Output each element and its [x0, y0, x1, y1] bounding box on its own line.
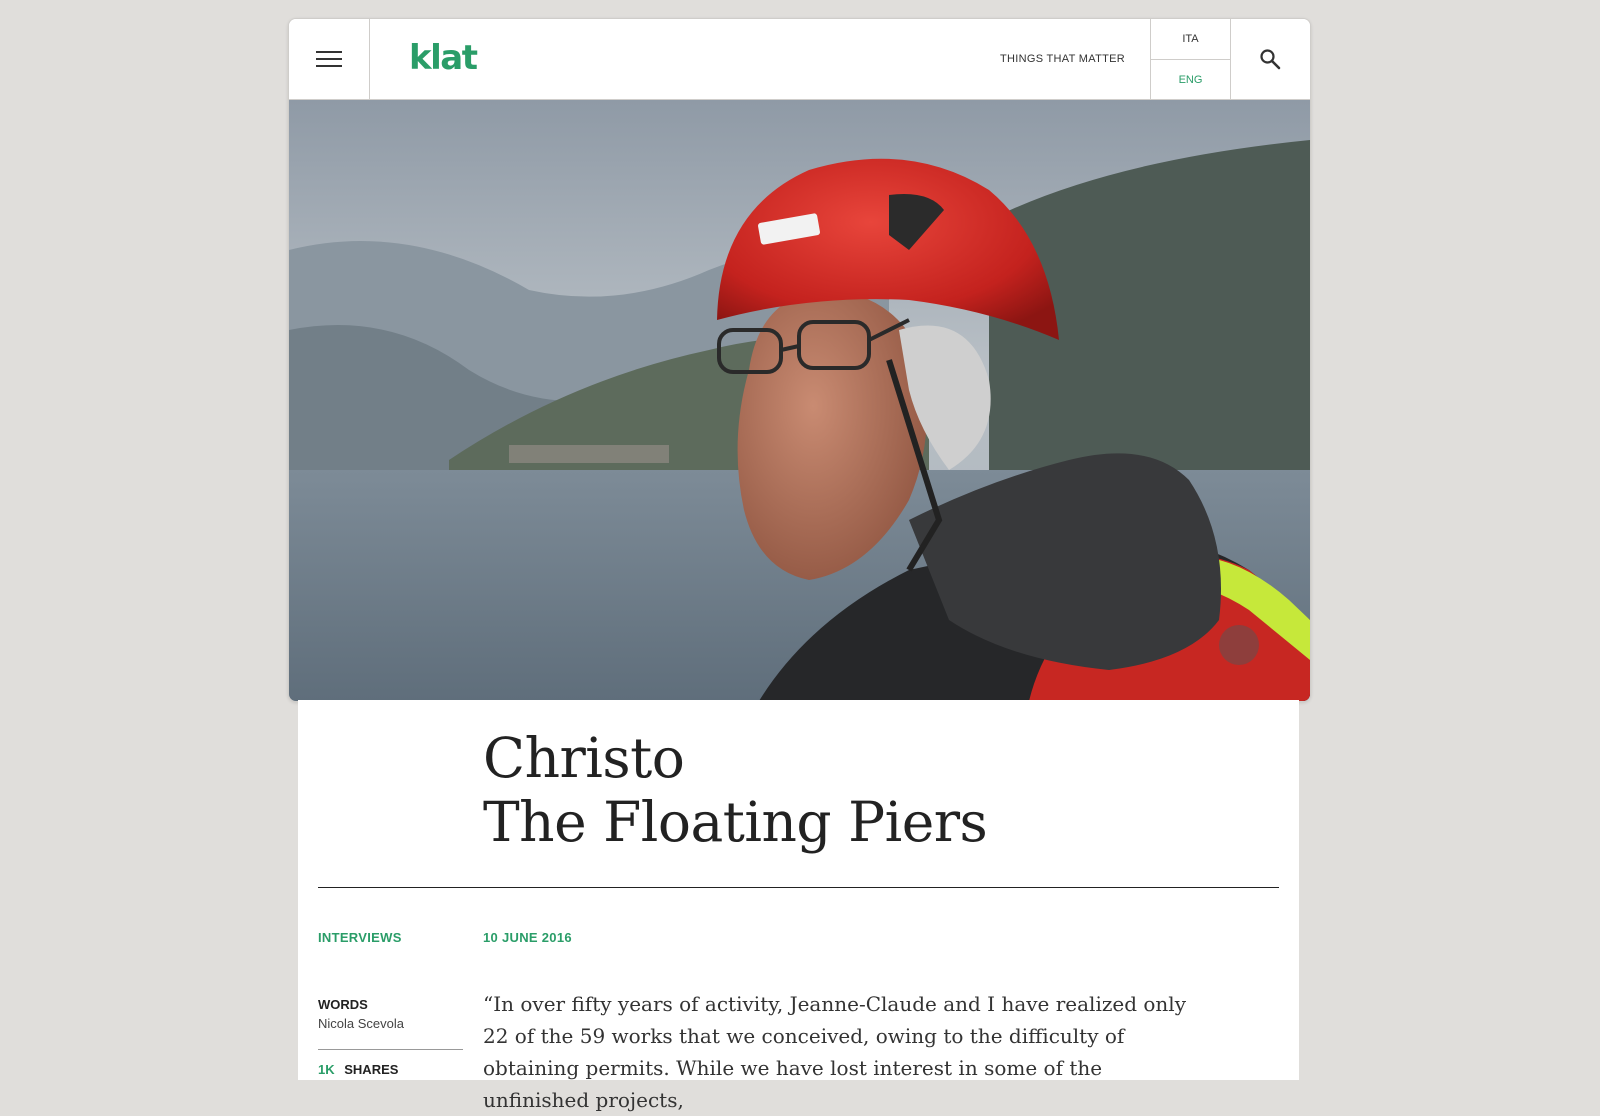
words-label: WORDS — [318, 997, 368, 1012]
article-title-line2: The Floating Piers — [483, 790, 988, 854]
language-option-ita[interactable]: ITA — [1151, 19, 1230, 60]
search-icon — [1260, 49, 1281, 70]
site-header: klat THINGS THAT MATTER ITA ENG — [289, 19, 1310, 100]
site-logo[interactable]: klat — [409, 39, 478, 77]
article-title: Christo The Floating Piers — [483, 726, 988, 854]
hero-image — [289, 100, 1310, 701]
article-date: 10 JUNE 2016 — [483, 930, 572, 945]
header-card: klat THINGS THAT MATTER ITA ENG — [288, 18, 1311, 702]
language-option-eng[interactable]: ENG — [1151, 60, 1230, 100]
article-title-line1: Christo — [483, 726, 685, 790]
language-switcher: ITA ENG — [1150, 19, 1231, 99]
article-category-link[interactable]: INTERVIEWS — [318, 930, 402, 945]
shares-counter[interactable]: 1k SHARES — [318, 1062, 398, 1077]
sidebar-divider — [318, 1049, 463, 1050]
article: Christo The Floating Piers INTERVIEWS 10… — [298, 700, 1299, 1112]
article-lead-paragraph: “In over fifty years of activity, Jeanne… — [483, 992, 1186, 1112]
shares-label: SHARES — [344, 1062, 399, 1077]
menu-button[interactable] — [289, 19, 370, 99]
author-link[interactable]: Nicola Scevola — [318, 1016, 404, 1031]
title-divider — [318, 887, 1279, 888]
hamburger-menu-icon — [316, 46, 342, 72]
page: klat THINGS THAT MATTER ITA ENG Christo … — [0, 0, 1600, 1112]
site-tagline: THINGS THAT MATTER — [1000, 53, 1125, 65]
search-button[interactable] — [1230, 19, 1310, 99]
shares-count: 1k — [318, 1062, 335, 1077]
